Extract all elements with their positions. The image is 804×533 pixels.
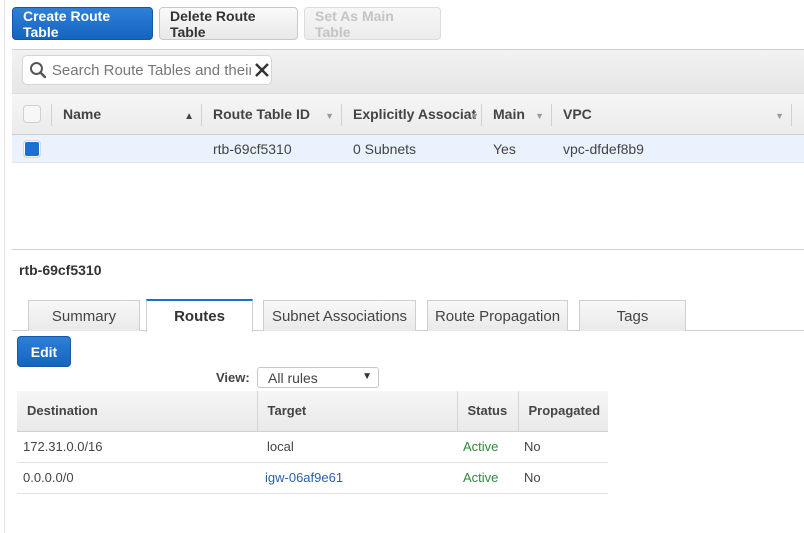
column-header-target: Target (256, 391, 457, 432)
select-all-checkbox[interactable] (23, 105, 41, 123)
cell-main: Yes (493, 140, 516, 157)
cell-vpc: vpc-dfdef8b9 (563, 140, 644, 157)
cell-explicitly-associated: 0 Subnets (353, 140, 417, 157)
sort-icon: ▼ (775, 111, 784, 121)
create-route-table-button[interactable]: Create Route Table (12, 7, 153, 40)
sort-asc-icon: ▲ (184, 111, 194, 122)
search-box (22, 55, 272, 85)
left-border (4, 0, 5, 533)
tab-route-propagation[interactable]: Route Propagation (427, 300, 568, 331)
select-all-cell (12, 94, 52, 134)
toolbar: Create Route Table Delete Route Table Se… (12, 7, 441, 40)
tab-summary[interactable]: Summary (28, 300, 140, 331)
dropdown-caret-icon: ▼ (362, 371, 372, 382)
tab-tags[interactable]: Tags (579, 300, 686, 331)
column-header-name[interactable]: Name ▲ (52, 94, 202, 134)
row-checkbox[interactable] (23, 139, 41, 158)
sort-icon: ▼ (470, 111, 479, 121)
search-icon (29, 62, 47, 79)
column-header-propagated: Propagated (517, 391, 608, 432)
row-select-cell (12, 139, 52, 158)
cell-destination: 0.0.0.0/0 (17, 462, 257, 494)
column-header-destination: Destination (17, 391, 257, 432)
table-row: 0.0.0.0/0 igw-06af9e61 Active No (17, 462, 608, 494)
edit-button[interactable]: Edit (17, 336, 71, 367)
sort-icon: ▼ (325, 111, 334, 121)
tab-subnet-associations[interactable]: Subnet Associations (263, 300, 416, 331)
search-input[interactable] (51, 61, 252, 79)
column-header-explicitly-associated[interactable]: Explicitly Associat ▼ (342, 94, 482, 134)
filter-bar (12, 49, 804, 93)
sort-icon: ▼ (535, 111, 544, 121)
column-header-status: Status (456, 391, 518, 432)
panel-divider[interactable] (12, 249, 804, 250)
grid-header: Name ▲ Route Table ID ▼ Explicitly Assoc… (12, 93, 804, 135)
delete-route-table-button[interactable]: Delete Route Table (159, 7, 298, 40)
view-select[interactable]: All rules ▼ (257, 367, 379, 388)
detail-tabs: Summary Routes Subnet Associations Route… (12, 299, 804, 332)
cell-target: igw-06af9e61 (257, 462, 457, 494)
cell-target: local (257, 431, 457, 463)
clear-search-icon[interactable] (253, 61, 271, 79)
routes-table: Destination Target Status Propagated 172… (17, 391, 608, 494)
status-badge: Active (457, 462, 518, 494)
route-tables-grid: Name ▲ Route Table ID ▼ Explicitly Assoc… (12, 93, 804, 163)
column-header-main[interactable]: Main ▼ (482, 94, 552, 134)
cell-route-table-id: rtb-69cf5310 (213, 140, 292, 157)
table-row: 172.31.0.0/16 local Active No (17, 431, 608, 463)
cell-propagated: No (518, 431, 608, 463)
detail-title: rtb-69cf5310 (19, 262, 102, 278)
status-badge: Active (457, 431, 518, 463)
cell-destination: 172.31.0.0/16 (17, 431, 257, 463)
set-as-main-table-button: Set As Main Table (304, 7, 441, 40)
table-row[interactable]: rtb-69cf5310 0 Subnets Yes vpc-dfdef8b9 (12, 135, 804, 163)
target-link[interactable]: igw-06af9e61 (265, 470, 343, 485)
cell-propagated: No (518, 462, 608, 494)
routes-header-row: Destination Target Status Propagated (17, 391, 608, 432)
view-label: View: (216, 370, 250, 385)
tab-routes[interactable]: Routes (146, 299, 253, 332)
column-header-vpc[interactable]: VPC ▼ (552, 94, 792, 134)
column-header-route-table-id[interactable]: Route Table ID ▼ (202, 94, 342, 134)
